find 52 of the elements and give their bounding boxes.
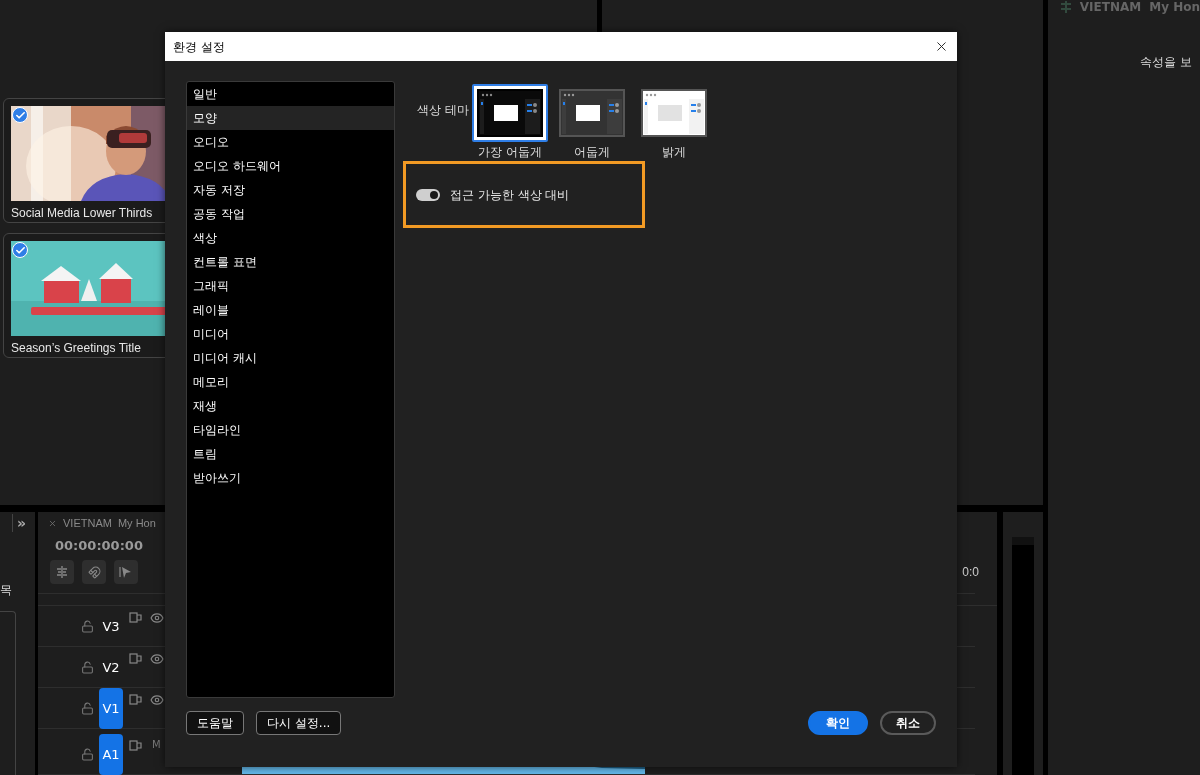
timecode: 00:00:00:00: [55, 538, 144, 554]
checkmark-icon: [14, 244, 26, 256]
dialog-title: 환경 설정: [173, 38, 225, 56]
checkmark-icon: [14, 109, 26, 121]
close-icon[interactable]: [934, 39, 949, 54]
template-title: Season’s Greetings Title: [11, 340, 142, 357]
contrast-toggle[interactable]: [416, 188, 440, 201]
category-item[interactable]: 트림: [187, 442, 394, 466]
eye-icon[interactable]: [150, 611, 164, 625]
dialog-button[interactable]: 도움말: [186, 711, 244, 735]
track-target[interactable]: V3: [99, 606, 123, 647]
sequence-icon: [1059, 1, 1072, 13]
panel-label: 목: [0, 582, 13, 599]
theme-preview-icon: [561, 91, 623, 135]
track-target[interactable]: V2: [99, 647, 123, 688]
expand-button[interactable]: »: [17, 512, 27, 534]
lock-icon[interactable]: [81, 748, 94, 761]
dialog-button[interactable]: 확인: [808, 711, 868, 735]
tool-button[interactable]: [50, 560, 74, 584]
properties-message: 속성을 보: [1139, 54, 1193, 71]
cursor-icon: [119, 565, 133, 579]
theme-label: 색상 테마: [417, 102, 470, 119]
theme-preview-icon: [479, 91, 541, 135]
lock-icon[interactable]: [81, 702, 94, 715]
category-item[interactable]: 타임라인: [187, 418, 394, 442]
dialog-button[interactable]: 다시 설정...: [256, 711, 342, 735]
tool-button[interactable]: [114, 560, 138, 584]
dialog-button[interactable]: 취소: [880, 711, 936, 735]
template-title: Social Media Lower Thirds: [11, 205, 154, 222]
align-icon: [55, 566, 69, 578]
category-item[interactable]: 모양: [187, 106, 394, 130]
tool-button[interactable]: [82, 560, 106, 584]
clip-icon[interactable]: [129, 612, 142, 623]
clip-icon[interactable]: [129, 694, 142, 705]
magnet-icon: [87, 565, 101, 579]
clip-icon[interactable]: [129, 653, 142, 664]
category-item[interactable]: 메모리: [187, 370, 394, 394]
end-time: 0:0: [962, 564, 979, 581]
eye-icon[interactable]: [150, 652, 164, 666]
sequence-tab[interactable]: VIETNAM: [63, 514, 112, 532]
category-item[interactable]: 받아쓰기: [187, 466, 394, 490]
track-target[interactable]: A1: [99, 734, 123, 775]
category-item[interactable]: 재생: [187, 394, 394, 418]
track-target[interactable]: V1: [99, 688, 123, 729]
eye-icon[interactable]: [150, 693, 164, 707]
clip-icon[interactable]: [129, 740, 142, 751]
mute-button[interactable]: M: [152, 737, 161, 752]
theme-preview-icon: [643, 91, 705, 135]
lock-icon[interactable]: [81, 620, 94, 633]
lock-icon[interactable]: [81, 661, 94, 674]
toggle-label: 접근 가능한 색상 대비: [450, 186, 570, 204]
sequence-tab[interactable]: My Hon: [117, 514, 156, 532]
